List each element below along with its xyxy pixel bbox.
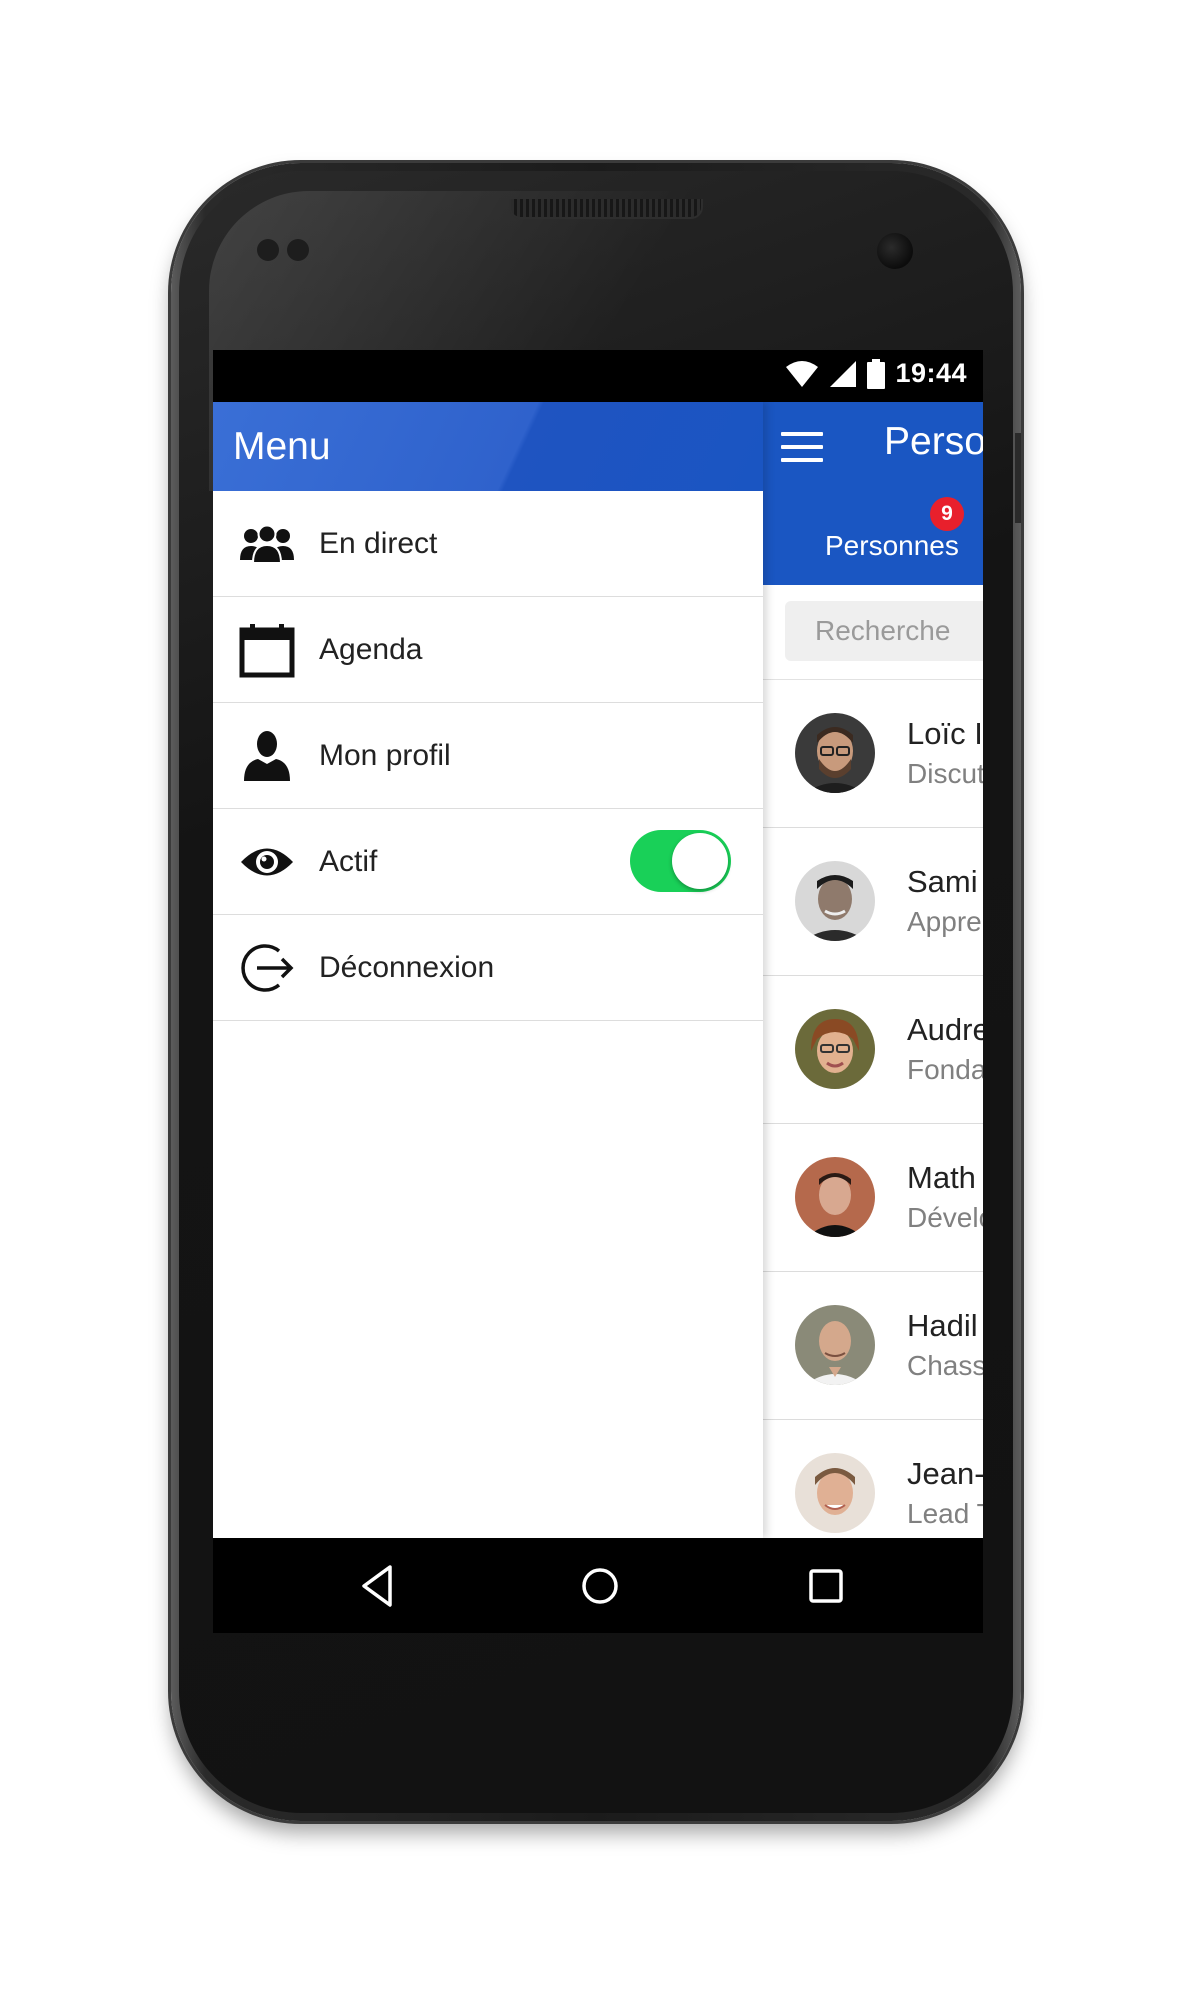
person-name: Sami (907, 864, 978, 899)
avatar (795, 1305, 875, 1385)
front-camera (877, 233, 913, 269)
group-icon (237, 514, 297, 574)
person-subtitle: Dévelo (907, 1202, 983, 1233)
search-box[interactable] (785, 601, 983, 661)
list-item[interactable]: Audre Fonda (763, 976, 983, 1124)
drawer-title: Menu (233, 424, 331, 468)
actif-toggle[interactable] (630, 830, 731, 892)
list-item[interactable]: Jean- Lead T (763, 1420, 983, 1538)
person-name: Hadil (907, 1308, 978, 1343)
person-subtitle: Lead T (907, 1498, 983, 1529)
drawer-header: Menu (213, 402, 763, 491)
menu-item-deconnexion[interactable]: Déconnexion (213, 915, 763, 1021)
list-item[interactable]: Hadil Chass (763, 1272, 983, 1420)
menu-item-label: Agenda (319, 632, 423, 666)
person-subtitle: Discut (907, 758, 983, 789)
logout-icon (237, 938, 297, 998)
menu-item-en-direct[interactable]: En direct (213, 491, 763, 597)
sensor (287, 239, 309, 261)
list-item[interactable]: Sami Appre (763, 828, 983, 976)
person-icon (237, 726, 297, 786)
calendar-icon (237, 620, 297, 680)
power-button (1015, 433, 1021, 523)
people-panel: Perso Personnes 9 Loïc I Discut (763, 402, 983, 1538)
person-subtitle: Appre (907, 906, 982, 937)
person-name: Jean- (907, 1456, 983, 1491)
sensor (257, 239, 279, 261)
menu-item-label: Actif (319, 844, 378, 878)
person-name: Math (907, 1160, 976, 1195)
search-area (763, 585, 983, 680)
navigation-bar (213, 1538, 983, 1633)
back-icon[interactable] (356, 1563, 402, 1609)
tab-bar: Personnes 9 (763, 491, 983, 585)
recents-icon[interactable] (803, 1563, 849, 1609)
menu-item-label: Déconnexion (319, 950, 495, 984)
notification-badge: 9 (930, 497, 964, 531)
app-title: Perso (884, 420, 983, 463)
avatar (795, 1157, 875, 1237)
menu-item-actif: Actif (213, 809, 763, 915)
wifi-icon (786, 360, 819, 387)
menu-item-label: Mon profil (319, 738, 451, 772)
person-name: Loïc I (907, 716, 983, 751)
home-icon[interactable] (577, 1563, 623, 1609)
avatar (795, 861, 875, 941)
eye-icon (237, 832, 297, 892)
screen: 19:44 Menu En direct Agenda Mon profil A… (213, 350, 983, 1633)
battery-icon (867, 358, 886, 389)
menu-item-mon-profil[interactable]: Mon profil (213, 703, 763, 809)
speaker-grille (509, 199, 703, 219)
toggle-knob (672, 833, 728, 889)
app-bar: Perso (763, 402, 983, 491)
menu-icon[interactable] (781, 432, 823, 462)
status-bar: 19:44 (213, 350, 983, 402)
navigation-drawer: Menu En direct Agenda Mon profil Actif D… (213, 402, 763, 1538)
avatar (795, 1009, 875, 1089)
search-input[interactable] (815, 615, 983, 647)
avatar (795, 713, 875, 793)
tab-personnes[interactable]: Personnes (825, 530, 959, 562)
menu-item-label: En direct (319, 526, 438, 560)
avatar (795, 1453, 875, 1533)
status-time: 19:44 (895, 358, 967, 388)
person-subtitle: Fonda (907, 1054, 983, 1085)
person-subtitle: Chass (907, 1350, 983, 1381)
person-name: Audre (907, 1012, 983, 1047)
list-item[interactable]: Math Dévelo (763, 1124, 983, 1272)
menu-item-agenda[interactable]: Agenda (213, 597, 763, 703)
list-item[interactable]: Loïc I Discut (763, 680, 983, 828)
signal-icon (830, 360, 857, 387)
